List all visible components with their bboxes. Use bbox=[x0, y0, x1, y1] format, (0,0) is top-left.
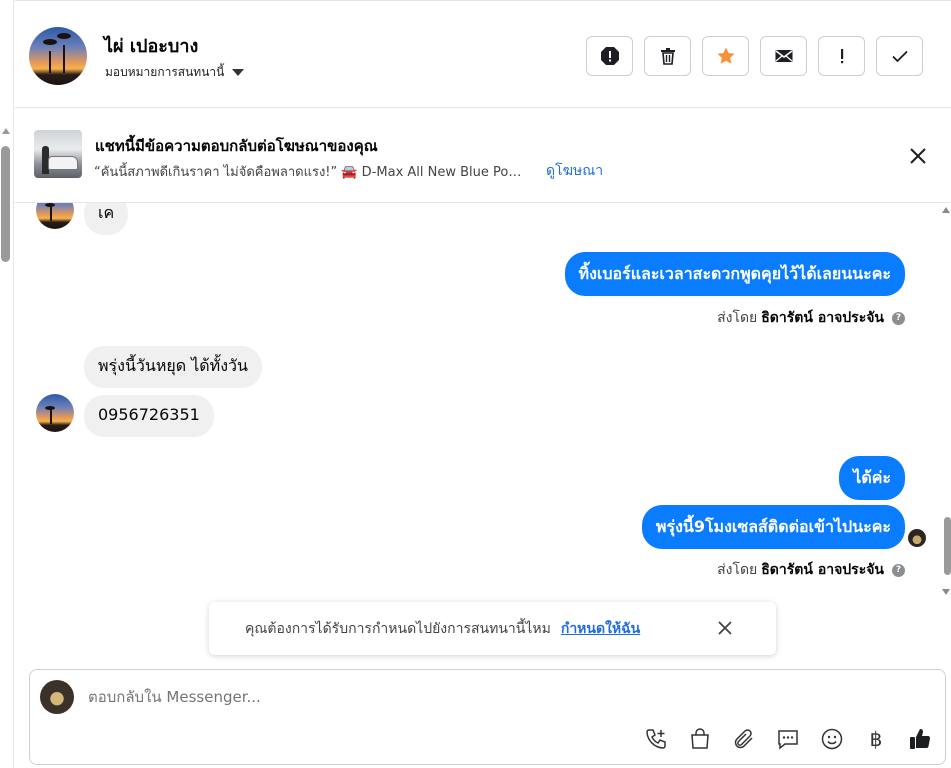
view-ad-link[interactable]: ดูโฆษณา bbox=[546, 160, 603, 182]
star-button[interactable] bbox=[702, 36, 749, 76]
important-icon bbox=[840, 49, 843, 64]
mark-spam-button[interactable] bbox=[586, 36, 633, 76]
message-thread[interactable]: เค ทิ้งเบอร์และเวลาสะดวกพูดคุยไว้ได้เลยน… bbox=[15, 203, 943, 603]
left-scrollbar[interactable] bbox=[0, 0, 14, 768]
call-add-icon bbox=[646, 729, 666, 749]
help-icon[interactable]: ? bbox=[892, 563, 905, 577]
like-button[interactable] bbox=[907, 726, 933, 752]
payment-icon: ฿ bbox=[869, 727, 883, 751]
spam-icon bbox=[600, 47, 619, 65]
attachment-icon bbox=[734, 729, 753, 749]
sender-name: ธิดารัตน์ อาจประจัน bbox=[761, 562, 884, 578]
toast-text: คุณต้องการได้รับการกำหนดไปยังการสนทนานี้… bbox=[245, 620, 551, 637]
composer-tools: ฿ bbox=[643, 726, 933, 752]
contact-avatar[interactable] bbox=[29, 27, 87, 85]
sent-by-prefix: ส่งโดย bbox=[717, 310, 758, 326]
sent-by-label: ส่งโดย ธิดารัตน์ อาจประจัน ? bbox=[717, 559, 905, 581]
scroll-thumb[interactable] bbox=[944, 517, 951, 575]
check-icon bbox=[891, 50, 908, 63]
help-icon[interactable]: ? bbox=[892, 311, 905, 325]
trash-icon bbox=[660, 48, 675, 65]
ad-line: “คันนี้สภาพดีเกินราคา ไม่จัดคือพลาดแรง!”… bbox=[94, 160, 603, 182]
outgoing-message[interactable]: ได้ค่ะ bbox=[839, 456, 905, 500]
caret-down-icon bbox=[232, 69, 245, 76]
saved-replies-button[interactable] bbox=[775, 726, 801, 752]
shop-button[interactable] bbox=[687, 726, 713, 752]
emoji-icon bbox=[821, 728, 843, 750]
right-scrollbar[interactable] bbox=[942, 203, 951, 603]
contact-avatar-small bbox=[36, 203, 74, 229]
conversation-header: ไผ่ เปอะบาง มอบหมายการสนทนานี้ bbox=[15, 0, 951, 108]
call-button[interactable] bbox=[643, 726, 669, 752]
like-icon bbox=[910, 729, 931, 749]
close-icon[interactable] bbox=[907, 145, 929, 167]
shopping-bag-icon bbox=[691, 728, 709, 749]
sent-by-label: ส่งโดย ธิดารัตน์ อาจประจัน ? bbox=[717, 307, 905, 329]
scroll-thumb[interactable] bbox=[1, 146, 10, 262]
sender-name: ธิดารัตน์ อาจประจัน bbox=[761, 310, 884, 326]
ad-banner-title: แชทนี้มีข้อความตอบกลับต่อโฆษณาของคุณ bbox=[95, 137, 378, 155]
incoming-message[interactable]: เค bbox=[84, 203, 129, 235]
outgoing-message[interactable]: พรุ่งนี้9โมงเซลส์ติดต่อเข้าไปนะคะ bbox=[641, 505, 905, 549]
close-icon[interactable] bbox=[716, 619, 734, 637]
ad-reply-banner: แชทนี้มีข้อความตอบกลับต่อโฆษณาของคุณ “คั… bbox=[15, 108, 951, 203]
incoming-message[interactable]: พรุ่งนี้วันหยุด ได้ทั้งวัน bbox=[84, 346, 262, 388]
contact-avatar-small bbox=[36, 394, 74, 432]
scroll-up-arrow[interactable] bbox=[2, 128, 10, 134]
mark-unread-button[interactable] bbox=[760, 36, 807, 76]
attach-button[interactable] bbox=[731, 726, 757, 752]
ad-quote: “คันนี้สภาพดีเกินราคา ไม่จัดคือพลาดแรง!”… bbox=[94, 164, 530, 180]
incoming-message[interactable]: 0956726351 bbox=[84, 395, 214, 437]
mark-done-button[interactable] bbox=[876, 36, 923, 76]
seen-avatar bbox=[908, 529, 926, 547]
sent-by-prefix: ส่งโดย bbox=[717, 562, 758, 578]
mail-icon bbox=[775, 50, 792, 62]
saved-reply-icon bbox=[778, 730, 798, 750]
reply-composer: ฿ bbox=[29, 669, 946, 765]
emoji-button[interactable] bbox=[819, 726, 845, 752]
scroll-down-arrow[interactable] bbox=[942, 589, 950, 595]
payment-button[interactable]: ฿ bbox=[863, 726, 889, 752]
ad-thumbnail[interactable] bbox=[34, 130, 82, 178]
my-avatar bbox=[40, 680, 74, 714]
delete-button[interactable] bbox=[644, 36, 691, 76]
assign-conversation-dropdown[interactable]: มอบหมายการสนทนานี้ bbox=[105, 63, 245, 82]
contact-name[interactable]: ไผ่ เปอะบาง bbox=[104, 31, 198, 60]
star-icon bbox=[716, 47, 735, 64]
scroll-up-arrow[interactable] bbox=[942, 207, 950, 213]
header-actions bbox=[586, 36, 923, 76]
outgoing-message[interactable]: ทิ้งเบอร์และเวลาสะดวกพูดคุยไว้ได้เลยนนะค… bbox=[564, 252, 905, 296]
assign-label: มอบหมายการสนทนานี้ bbox=[105, 65, 225, 79]
mark-important-button[interactable] bbox=[818, 36, 865, 76]
assign-to-me-link[interactable]: กำหนดให้ฉัน bbox=[561, 618, 640, 640]
reply-input[interactable] bbox=[88, 688, 688, 706]
assign-reminder-toast: คุณต้องการได้รับการกำหนดไปยังการสนทนานี้… bbox=[209, 602, 776, 655]
